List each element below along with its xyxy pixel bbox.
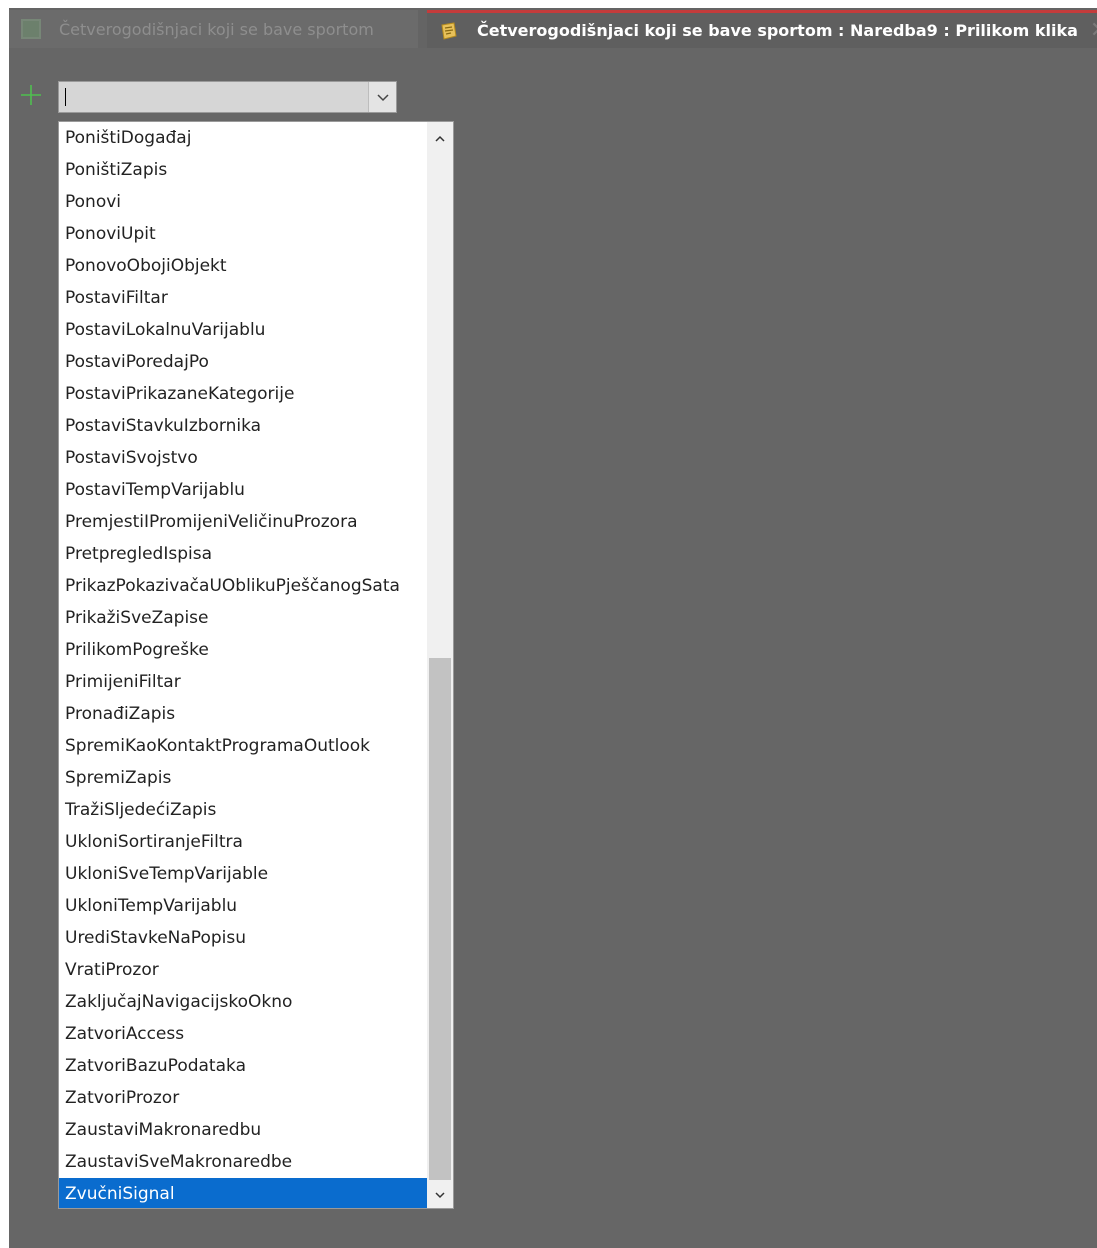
list-item[interactable]: PostaviSvojstvo	[59, 442, 427, 474]
list-item[interactable]: PostaviStavkuIzbornika	[59, 410, 427, 442]
tab-form-label: Četverogodišnjaci koji se bave sportom	[59, 19, 374, 39]
list-item[interactable]: UkloniTempVarijablu	[59, 890, 427, 922]
list-item[interactable]: PoništiZapis	[59, 154, 427, 186]
list-item[interactable]: ZatvoriProzor	[59, 1082, 427, 1114]
chevron-up-icon	[434, 128, 446, 147]
list-item[interactable]: ZaključajNavigacijskoOkno	[59, 986, 427, 1018]
list-item[interactable]: ZvučniSignal	[59, 1178, 427, 1208]
list-item[interactable]: TražiSljedećiZapis	[59, 794, 427, 826]
list-item[interactable]: UrediStavkeNaPopisu	[59, 922, 427, 954]
list-item[interactable]: UkloniSveTempVarijable	[59, 858, 427, 890]
document-tab-bar: Četverogodišnjaci koji se bave sportom Č…	[9, 8, 1097, 48]
combo-dropdown-button[interactable]	[368, 82, 396, 112]
list-item[interactable]: ZaustaviSveMakronaredbe	[59, 1146, 427, 1178]
form-icon	[21, 19, 41, 39]
chevron-down-icon	[434, 1184, 446, 1203]
plus-icon[interactable]	[20, 84, 42, 106]
list-item[interactable]: PoništiDogađaj	[59, 122, 427, 154]
list-item[interactable]: PostaviTempVarijablu	[59, 474, 427, 506]
list-item[interactable]: PonoviUpit	[59, 218, 427, 250]
list-item[interactable]: PrimijeniFiltar	[59, 666, 427, 698]
text-cursor	[65, 88, 66, 106]
list-item[interactable]: PonovoObojiObjekt	[59, 250, 427, 282]
chevron-down-icon	[376, 88, 390, 107]
list-item[interactable]: PrikazPokazivačaUOblikuPješčanogSata	[59, 570, 427, 602]
list-item[interactable]: PostaviFiltar	[59, 282, 427, 314]
tab-form[interactable]: Četverogodišnjaci koji se bave sportom	[9, 10, 418, 48]
macro-designer-window: Četverogodišnjaci koji se bave sportom Č…	[9, 8, 1097, 1248]
list-item[interactable]: PostaviPoredajPo	[59, 346, 427, 378]
tab-macro-label: Četverogodišnjaci koji se bave sportom :…	[477, 21, 1078, 40]
action-list[interactable]: PoništiDogađaj PoništiZapis Ponovi PonoviUp…	[59, 122, 427, 1208]
list-item[interactable]: ZatvoriBazuPodataka	[59, 1050, 427, 1082]
list-item[interactable]: ZatvoriAccess	[59, 1018, 427, 1050]
list-item[interactable]: PostaviLokalnuVarijablu	[59, 314, 427, 346]
macro-icon	[439, 21, 459, 41]
list-item[interactable]: UkloniSortiranjeFiltra	[59, 826, 427, 858]
list-item[interactable]: PronađiZapis	[59, 698, 427, 730]
list-item[interactable]: SpremiZapis	[59, 762, 427, 794]
action-dropdown-list[interactable]: PoništiDogađaj PoništiZapis Ponovi PonoviUp…	[58, 121, 454, 1209]
scroll-up-button[interactable]	[427, 124, 453, 150]
scroll-down-button[interactable]	[427, 1180, 453, 1206]
list-item[interactable]: PremjestiIPromijeniVeličinuProzora	[59, 506, 427, 538]
list-item[interactable]: PostaviPrikazaneKategorije	[59, 378, 427, 410]
action-input[interactable]	[59, 82, 365, 112]
close-icon[interactable]: ✕	[1090, 18, 1097, 43]
list-item[interactable]: PretpregledIspisa	[59, 538, 427, 570]
dropdown-scrollbar[interactable]	[427, 122, 453, 1208]
list-item[interactable]: Ponovi	[59, 186, 427, 218]
list-item[interactable]: SpremiKaoKontaktProgramaOutlook	[59, 730, 427, 762]
scroll-thumb[interactable]	[429, 658, 451, 1180]
list-item[interactable]: ZaustaviMakronaredbu	[59, 1114, 427, 1146]
tab-macro[interactable]: Četverogodišnjaci koji se bave sportom :…	[427, 10, 1097, 48]
list-item[interactable]: PrikažiSveZapise	[59, 602, 427, 634]
list-item[interactable]: PrilikomPogreške	[59, 634, 427, 666]
list-item[interactable]: VratiProzor	[59, 954, 427, 986]
add-action-combobox[interactable]	[58, 81, 397, 113]
